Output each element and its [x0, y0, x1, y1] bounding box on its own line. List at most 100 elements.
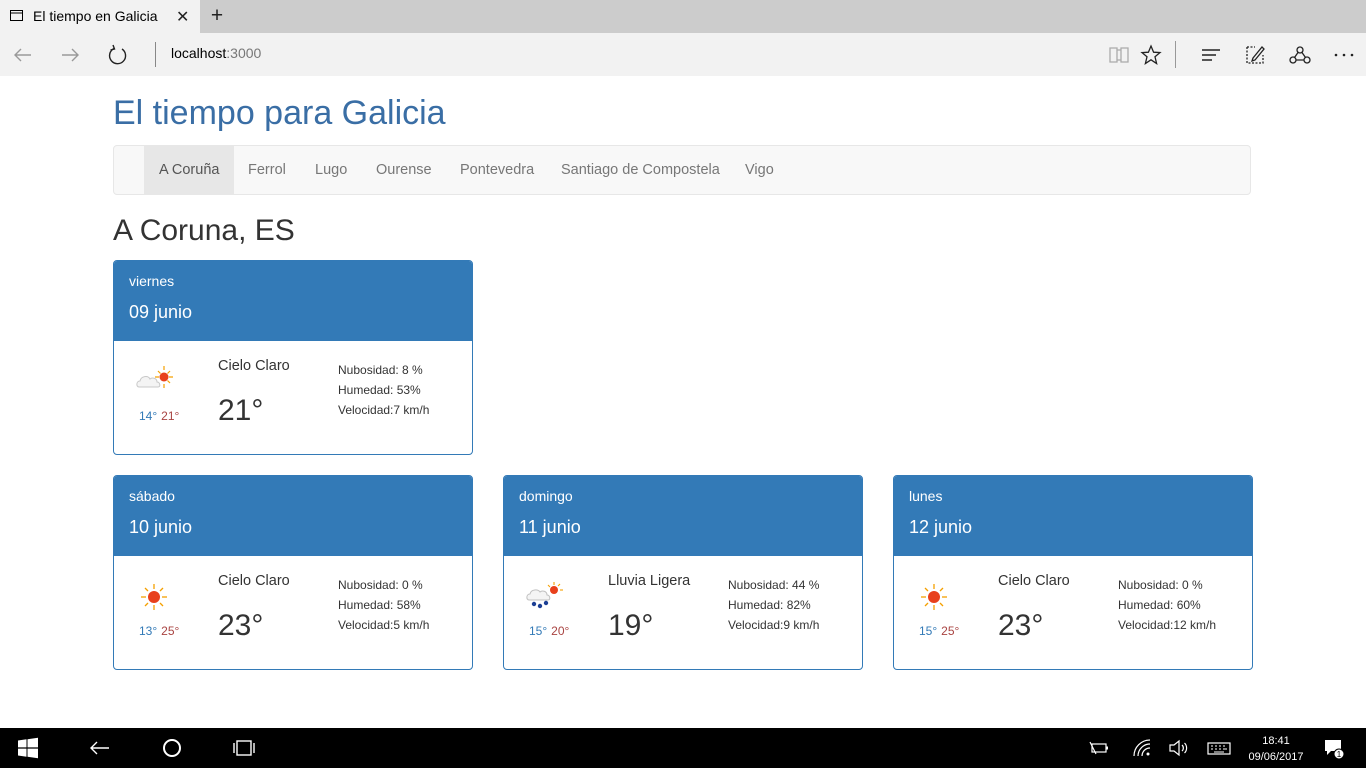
- current-temp: 19°: [608, 609, 654, 642]
- city-navbar: A Coruña Ferrol Lugo Ourense Pontevedra …: [113, 145, 1251, 195]
- address-separator: [155, 42, 156, 67]
- forward-icon[interactable]: [58, 43, 82, 67]
- card-date: 11 junio: [519, 517, 581, 537]
- humidity: Humedad: 60%: [1118, 598, 1201, 612]
- task-view-icon[interactable]: [232, 736, 256, 760]
- cloudiness: Nubosidad: 0 %: [1118, 578, 1203, 592]
- favorite-star-icon[interactable]: [1139, 43, 1163, 67]
- wind-speed: Velocidad:5 km/h: [338, 618, 430, 632]
- browser-tab[interactable]: El tiempo en Galicia ✕: [0, 0, 200, 33]
- cloudiness: Nubosidad: 0 %: [338, 578, 423, 592]
- max-temp: 20°: [551, 624, 570, 638]
- nav-item-a-coruna[interactable]: A Coruña: [144, 146, 235, 194]
- nav-item-santiago[interactable]: Santiago de Compostela: [546, 146, 735, 194]
- weather-stats: Nubosidad: 0 % Humedad: 58% Velocidad:5 …: [338, 575, 429, 635]
- wind-speed: Velocidad:7 km/h: [338, 403, 430, 417]
- max-temp: 21°: [161, 409, 180, 423]
- page-title: El tiempo para Galicia: [113, 94, 446, 132]
- tab-title: El tiempo en Galicia: [33, 8, 158, 24]
- browser-toolbar: localhost:3000: [0, 33, 1366, 76]
- card-date: 10 junio: [129, 517, 193, 537]
- clock-date: 09/06/2017: [1248, 751, 1304, 763]
- city-heading: A Coruna, ES: [113, 214, 295, 247]
- card-date: 09 junio: [129, 302, 193, 322]
- weather-stats: Nubosidad: 0 % Humedad: 60% Velocidad:12…: [1118, 575, 1216, 635]
- nav-item-ferrol[interactable]: Ferrol: [233, 146, 301, 194]
- refresh-icon[interactable]: [106, 43, 130, 67]
- cloudiness: Nubosidad: 44 %: [728, 578, 820, 592]
- min-max-temps: 15° 20°: [529, 624, 569, 638]
- forecast-card: viernes 09 junio 14° 21° Cielo Claro 21° …: [113, 260, 473, 455]
- back-icon[interactable]: [11, 43, 35, 67]
- partly-cloudy-sun-icon: [136, 366, 173, 388]
- forecast-card: sábado 10 junio 13° 25° Cielo Claro 23° N…: [113, 475, 473, 670]
- card-header: domingo 11 junio: [504, 476, 862, 556]
- wifi-icon[interactable]: [1130, 736, 1154, 760]
- forecast-card: domingo 11 junio 15° 20° Lluvia Ligera 19…: [503, 475, 863, 670]
- page-icon: [10, 10, 23, 21]
- card-day: sábado: [129, 488, 175, 504]
- share-icon[interactable]: [1288, 43, 1312, 67]
- taskbar: 18:41 09/06/2017 1: [0, 728, 1366, 768]
- humidity: Humedad: 58%: [338, 598, 421, 612]
- weather-description: Lluvia Ligera: [608, 573, 691, 589]
- battery-icon[interactable]: [1088, 736, 1112, 760]
- min-temp: 14°: [139, 409, 158, 423]
- nav-item-ourense[interactable]: Ourense: [361, 146, 447, 194]
- forecast-card: lunes 12 junio 15° 25° Cielo Claro 23° Nu…: [893, 475, 1253, 670]
- sun-icon: [141, 584, 167, 610]
- card-header: viernes 09 junio: [114, 261, 472, 341]
- hub-icon[interactable]: [1199, 43, 1223, 67]
- cloudiness: Nubosidad: 8 %: [338, 363, 423, 377]
- wind-speed: Velocidad:9 km/h: [728, 618, 820, 632]
- wind-speed: Velocidad:12 km/h: [1118, 618, 1217, 632]
- current-temp: 23°: [218, 609, 264, 642]
- current-temp: 21°: [218, 394, 264, 427]
- card-date: 12 junio: [909, 517, 973, 537]
- toolbar-separator: [1175, 41, 1176, 68]
- light-rain-icon: [526, 582, 563, 609]
- keyboard-icon[interactable]: [1207, 736, 1231, 760]
- min-temp: 13°: [139, 624, 158, 638]
- search-circle-icon[interactable]: [160, 736, 184, 760]
- more-icon[interactable]: [1332, 43, 1356, 67]
- min-max-temps: 14° 21°: [139, 409, 179, 423]
- current-temp: 23°: [998, 609, 1044, 642]
- new-tab-icon[interactable]: +: [207, 4, 227, 28]
- clock-time: 18:41: [1262, 735, 1290, 747]
- humidity: Humedad: 82%: [728, 598, 811, 612]
- close-tab-icon[interactable]: ✕: [176, 7, 189, 27]
- web-note-icon[interactable]: [1243, 43, 1267, 67]
- address-host: localhost: [171, 45, 227, 61]
- address-port: :3000: [226, 45, 262, 61]
- reading-view-icon[interactable]: [1107, 43, 1131, 67]
- max-temp: 25°: [161, 624, 180, 638]
- card-header: sábado 10 junio: [114, 476, 472, 556]
- action-center-icon[interactable]: 1: [1322, 736, 1346, 760]
- min-temp: 15°: [919, 624, 938, 638]
- volume-icon[interactable]: [1166, 736, 1190, 760]
- sun-icon: [921, 584, 947, 610]
- nav-item-lugo[interactable]: Lugo: [300, 146, 362, 194]
- card-day: viernes: [129, 273, 175, 289]
- card-day: lunes: [909, 488, 943, 504]
- system-clock[interactable]: 18:41 09/06/2017: [1240, 733, 1312, 765]
- card-header: lunes 12 junio: [894, 476, 1252, 556]
- humidity: Humedad: 53%: [338, 383, 421, 397]
- min-temp: 15°: [529, 624, 548, 638]
- back-arrow-icon[interactable]: [88, 736, 112, 760]
- browser-tab-bar: El tiempo en Galicia ✕ +: [0, 0, 1366, 33]
- nav-item-vigo[interactable]: Vigo: [730, 146, 789, 194]
- max-temp: 25°: [941, 624, 960, 638]
- weather-description: Cielo Claro: [218, 358, 290, 374]
- min-max-temps: 13° 25°: [139, 624, 179, 638]
- card-day: domingo: [519, 488, 573, 504]
- windows-start-icon[interactable]: [16, 736, 40, 760]
- min-max-temps: 15° 25°: [919, 624, 959, 638]
- weather-description: Cielo Claro: [998, 573, 1070, 589]
- weather-stats: Nubosidad: 44 % Humedad: 82% Velocidad:9…: [728, 575, 819, 635]
- address-bar[interactable]: localhost:3000: [171, 45, 261, 61]
- notification-count: 1: [1337, 750, 1342, 759]
- nav-item-pontevedra[interactable]: Pontevedra: [445, 146, 549, 194]
- weather-stats: Nubosidad: 8 % Humedad: 53% Velocidad:7 …: [338, 360, 429, 420]
